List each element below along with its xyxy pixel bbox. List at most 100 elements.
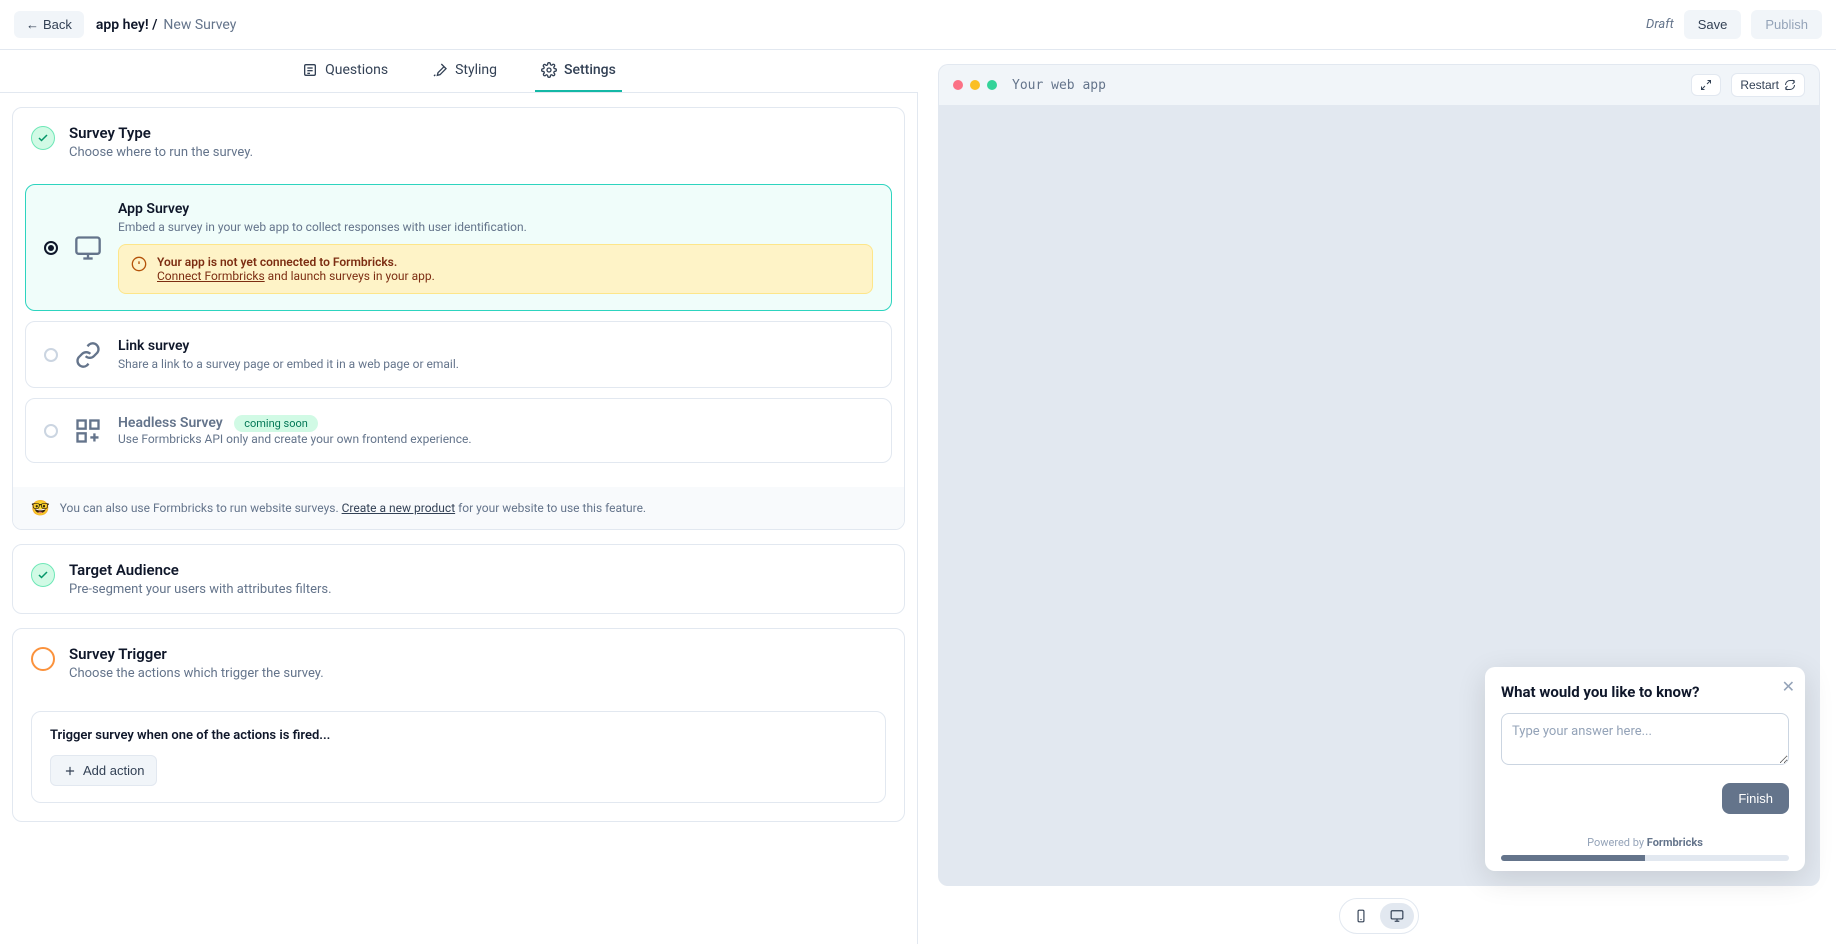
section-text: Survey Type Choose where to run the surv… [69, 124, 253, 160]
tab-settings[interactable]: Settings [535, 50, 622, 92]
check-icon [31, 563, 55, 587]
back-label: Back [43, 17, 72, 32]
section-title: Survey Trigger [69, 645, 324, 663]
list-icon [302, 62, 318, 78]
breadcrumb-app: app hey! / [96, 17, 158, 33]
tab-styling[interactable]: Styling [426, 50, 503, 92]
survey-popup: ✕ What would you like to know? Finish Po… [1485, 667, 1805, 871]
section-title: Survey Type [69, 124, 253, 142]
device-mobile-button[interactable] [1344, 903, 1378, 929]
warning-title: Your app is not yet connected to Formbri… [157, 255, 435, 269]
arrow-left-icon: ← [26, 17, 39, 32]
add Fox-label: Add action [83, 763, 144, 778]
info-post: for your website to use this feature. [455, 501, 646, 515]
device-desktop-button[interactable] [1380, 903, 1414, 929]
publish-button[interactable]: Publish [1751, 10, 1822, 39]
section-subtitle: Pre-segment your users with attributes f… [69, 582, 332, 597]
chrome-right: Restart [1691, 73, 1805, 97]
section-text: Survey Trigger Choose the actions which … [69, 645, 324, 681]
header-left: ← Back app hey! / New Survey [14, 11, 236, 38]
top-header: ← Back app hey! / New Survey Draft Save … [0, 0, 1836, 50]
dot-yellow-icon [970, 80, 980, 90]
progress-bar [1501, 855, 1789, 861]
add-action-button[interactable]: Add action [50, 755, 157, 786]
powered-brand: Formbricks [1647, 836, 1703, 849]
monitor-icon [1390, 909, 1404, 923]
breadcrumb: app hey! / New Survey [96, 17, 236, 33]
section-subtitle: Choose the actions which trigger the sur… [69, 666, 324, 681]
right-column: Your web app Restart ✕ What would you li… [918, 50, 1836, 944]
device-pill [1339, 898, 1419, 934]
section-title: Target Audience [69, 561, 332, 579]
restart-button[interactable]: Restart [1731, 73, 1805, 97]
section-header: Target Audience Pre-segment your users w… [13, 545, 904, 613]
dot-green-icon [987, 80, 997, 90]
option-headless-survey[interactable]: Headless Survey coming soon Use Formbric… [25, 398, 892, 463]
section-header[interactable]: Survey Type Choose where to run the surv… [13, 108, 904, 176]
section-text: Target Audience Pre-segment your users w… [69, 561, 332, 597]
option-title: Headless Survey [118, 415, 223, 431]
smartphone-icon [1354, 909, 1368, 923]
trigger-body: Trigger survey when one of the actions i… [13, 697, 904, 821]
option-link-survey[interactable]: Link survey Share a link to a survey pag… [25, 321, 892, 388]
brush-icon [432, 62, 448, 78]
answer-input[interactable] [1501, 713, 1789, 765]
option-title: App Survey [118, 201, 873, 217]
refresh-icon [1784, 79, 1796, 91]
tab-label: Styling [455, 62, 497, 78]
warning-box: Your app is not yet connected to Formbri… [118, 244, 873, 294]
connect-link[interactable]: Connect Formbricks [157, 269, 265, 283]
warning-rest: and launch surveys in your app. [265, 269, 435, 283]
section-subtitle: Choose where to run the survey. [69, 145, 253, 160]
info-footer: 🤓 You can also use Formbricks to run web… [13, 487, 904, 529]
save-button[interactable]: Save [1684, 10, 1742, 39]
check-icon [31, 126, 55, 150]
window-dots: Your web app [953, 78, 1106, 93]
progress-fill [1501, 855, 1645, 861]
radio-icon [44, 348, 58, 362]
dot-red-icon [953, 80, 963, 90]
plus-icon [63, 764, 77, 778]
option-text: Headless Survey coming soon Use Formbric… [118, 415, 873, 446]
section-survey-trigger: Survey Trigger Choose the actions which … [12, 628, 905, 822]
status-badge: Draft [1646, 17, 1674, 32]
section-survey-type: Survey Type Choose where to run the surv… [12, 107, 905, 530]
breadcrumb-page: New Survey [163, 17, 236, 33]
tab-label: Questions [325, 62, 388, 78]
trigger-text: Trigger survey when one of the actions i… [50, 728, 867, 743]
back-button[interactable]: ← Back [14, 11, 84, 38]
device-switch [938, 898, 1820, 934]
expand-icon [1700, 79, 1712, 91]
option-desc: Use Formbricks API only and create your … [118, 432, 873, 446]
section-target-audience[interactable]: Target Audience Pre-segment your users w… [12, 544, 905, 614]
left-column: Questions Styling Settings Survey Type [0, 50, 918, 944]
restart-label: Restart [1740, 78, 1779, 92]
powered-pre: Powered by [1587, 836, 1647, 849]
info-pre: You can also use Formbricks to run websi… [60, 501, 342, 515]
warning-text: Your app is not yet connected to Formbri… [157, 255, 435, 283]
section-body: App Survey Embed a survey in your web ap… [13, 176, 904, 487]
nerd-emoji-icon: 🤓 [31, 499, 50, 517]
header-right: Draft Save Publish [1646, 10, 1822, 39]
finish-button[interactable]: Finish [1722, 783, 1789, 814]
settings-panel[interactable]: Survey Type Choose where to run the surv… [0, 93, 918, 944]
create-product-link[interactable]: Create a new product [342, 501, 456, 515]
popup-actions: Finish [1501, 783, 1789, 814]
section-header[interactable]: Survey Trigger Choose the actions which … [13, 629, 904, 697]
coming-soon-badge: coming soon [234, 415, 318, 432]
tab-questions[interactable]: Questions [296, 50, 394, 92]
option-app-survey[interactable]: App Survey Embed a survey in your web ap… [25, 184, 892, 311]
preview-canvas: ✕ What would you like to know? Finish Po… [938, 105, 1820, 886]
close-button[interactable]: ✕ [1782, 677, 1795, 697]
status-circle-icon [31, 647, 55, 671]
gear-icon [541, 62, 557, 78]
link-icon [74, 341, 102, 369]
option-text: Link survey Share a link to a survey pag… [118, 338, 873, 371]
expand-button[interactable] [1691, 74, 1721, 96]
info-text: You can also use Formbricks to run websi… [60, 501, 646, 515]
alert-icon [131, 256, 147, 272]
option-desc: Embed a survey in your web app to collec… [118, 220, 873, 234]
popup-footer: Powered by Formbricks [1501, 836, 1789, 849]
option-text: App Survey Embed a survey in your web ap… [118, 201, 873, 294]
grid-icon [74, 417, 102, 445]
